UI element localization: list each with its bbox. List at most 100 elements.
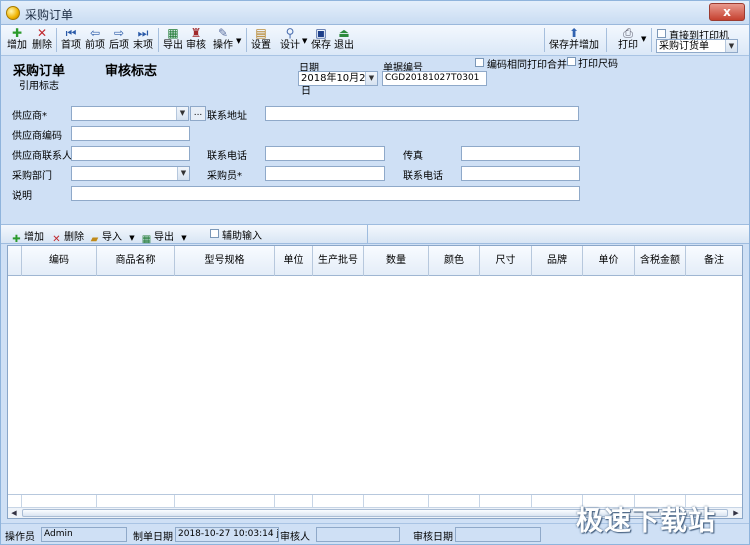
column-header[interactable]: 单价 (583, 246, 635, 276)
supplier-select[interactable]: ▼ (71, 106, 189, 121)
scroll-right-icon[interactable]: ▶ (730, 508, 742, 518)
date-picker[interactable]: 2018年10月27日 ▼ (298, 71, 378, 97)
supplier-code-label: 供应商编码 (12, 131, 62, 142)
stamp-icon: ♜ (190, 26, 202, 40)
printer-icon: ⎙ (623, 26, 633, 40)
contact-address-label: 联系地址 (207, 111, 247, 122)
assist-input-checkbox[interactable] (210, 229, 219, 238)
column-header[interactable]: 商品名称 (97, 246, 175, 276)
design-menu-button[interactable]: ⚲ 设计 (277, 26, 303, 55)
toolbar-separator (56, 28, 57, 52)
last-button[interactable]: ⏭ 末项 (131, 26, 155, 55)
arrow-right-icon: ⇨ (113, 26, 125, 40)
exit-button[interactable]: ⏏ 退出 (332, 26, 356, 55)
review-date-value (455, 527, 541, 542)
app-icon (6, 6, 20, 20)
column-header[interactable]: 型号规格 (175, 246, 275, 276)
operator-label: 操作员 (5, 532, 35, 543)
export-button[interactable]: ▦ 导出 (161, 26, 185, 55)
supplier-browse-button[interactable]: ... (190, 106, 206, 121)
print-size-checkbox[interactable] (567, 57, 576, 66)
fax-field[interactable] (461, 146, 580, 161)
magic-wand-icon: ✎ (217, 26, 229, 40)
direct-print-checkbox[interactable] (657, 29, 666, 38)
exit-door-icon: ⏏ (338, 26, 350, 40)
print-template-select[interactable]: 采购订货单 ▼ (656, 39, 738, 53)
column-header[interactable]: 生产批号 (313, 246, 364, 276)
chevron-down-icon: ▼ (725, 40, 737, 52)
order-lines-grid[interactable]: 编码 商品名称 型号规格 单位 生产批号 数量 颜色 尺寸 品牌 单价 含税金额… (7, 245, 743, 519)
first-button[interactable]: ⏮ 首项 (59, 26, 83, 55)
save-and-add-button[interactable]: ⬆ 保存并增加 (549, 26, 599, 55)
operate-menu-button[interactable]: ✎ 操作 (210, 26, 236, 55)
settings-button[interactable]: ▤ 设置 (249, 26, 273, 55)
supplier-contact-field[interactable] (71, 146, 190, 161)
chevron-down-icon[interactable]: ▼ (302, 37, 307, 45)
scroll-left-icon[interactable]: ◀ (8, 508, 20, 518)
detail-export-button[interactable]: ▦ 导出 ▼ (141, 228, 187, 245)
arrow-left-icon: ⇦ (89, 26, 101, 40)
supplier-code-field[interactable] (71, 126, 190, 141)
operator-value: Admin (41, 527, 127, 542)
supplier-label: 供应商* (12, 111, 47, 122)
phone2-field[interactable] (461, 166, 580, 181)
grid-header: 编码 商品名称 型号规格 单位 生产批号 数量 颜色 尺寸 品牌 单价 含税金额… (8, 246, 742, 276)
print-button[interactable]: ⎙ 打印 (616, 26, 640, 55)
delete-button[interactable]: ✕ 删除 (30, 26, 54, 55)
reviewer-value (316, 527, 400, 542)
prev-button[interactable]: ⇦ 前项 (83, 26, 107, 55)
reviewer-label: 审核人 (280, 532, 310, 543)
column-header[interactable]: 尺寸 (480, 246, 532, 276)
column-header[interactable]: 含税金额 (635, 246, 686, 276)
department-select[interactable]: ▼ (71, 166, 190, 181)
phone-label: 联系电话 (207, 151, 247, 162)
close-button[interactable]: x (709, 3, 745, 21)
column-header[interactable]: 品牌 (532, 246, 583, 276)
detail-delete-button[interactable]: ✕ 删除 (51, 228, 84, 245)
toolbar-separator (367, 225, 368, 244)
detail-import-button[interactable]: ▰ 导入 ▼ (89, 228, 135, 245)
doc-number-field[interactable]: CGD20181027T0301 (382, 71, 487, 86)
toolbar-separator (651, 28, 652, 52)
column-header[interactable]: 备注 (686, 246, 742, 276)
column-header[interactable]: 数量 (364, 246, 429, 276)
save-add-icon: ⬆ (568, 26, 580, 40)
contact-address-field[interactable] (265, 106, 579, 121)
chevron-down-icon[interactable]: ▼ (641, 35, 646, 43)
row-selector-header (8, 246, 22, 276)
toolbar-separator (246, 28, 247, 52)
add-button[interactable]: ✚ 增加 (5, 26, 29, 55)
toolbar-separator (606, 28, 607, 52)
review-button[interactable]: ♜ 审核 (184, 26, 208, 55)
column-header[interactable]: 单位 (275, 246, 313, 276)
add-icon: ✚ (11, 26, 23, 40)
import-icon: ▰ (90, 234, 99, 245)
remark-label: 说明 (12, 191, 32, 202)
watermark: 极速下载站 (576, 506, 716, 537)
buyer-field[interactable] (265, 166, 385, 181)
chevron-down-icon[interactable]: ▼ (236, 37, 241, 45)
add-icon: ✚ (12, 234, 21, 245)
phone-field[interactable] (265, 146, 385, 161)
next-button[interactable]: ⇨ 后项 (107, 26, 131, 55)
chevron-down-icon: ▼ (177, 167, 189, 180)
fax-label: 传真 (403, 151, 423, 162)
toolbar-separator (158, 28, 159, 52)
merge-print-checkbox[interactable] (475, 58, 484, 67)
save-button[interactable]: ▣ 保存 (309, 26, 333, 55)
delete-icon: ✕ (52, 234, 61, 245)
column-header[interactable]: 编码 (22, 246, 97, 276)
buyer-label: 采购员* (207, 171, 242, 182)
detail-add-button[interactable]: ✚ 增加 (11, 228, 44, 245)
chevron-down-icon: ▼ (129, 234, 135, 242)
floppy-disk-icon: ▣ (315, 26, 327, 40)
first-icon: ⏮ (65, 26, 77, 40)
excel-icon: ▦ (141, 234, 152, 245)
column-header[interactable]: 颜色 (429, 246, 480, 276)
department-label: 采购部门 (12, 171, 52, 182)
review-date-label: 审核日期 (413, 532, 453, 543)
excel-icon: ▦ (167, 26, 179, 40)
remark-field[interactable] (71, 186, 580, 201)
window-title: 采购订单 (25, 8, 74, 22)
chevron-down-icon: ▼ (365, 72, 377, 85)
